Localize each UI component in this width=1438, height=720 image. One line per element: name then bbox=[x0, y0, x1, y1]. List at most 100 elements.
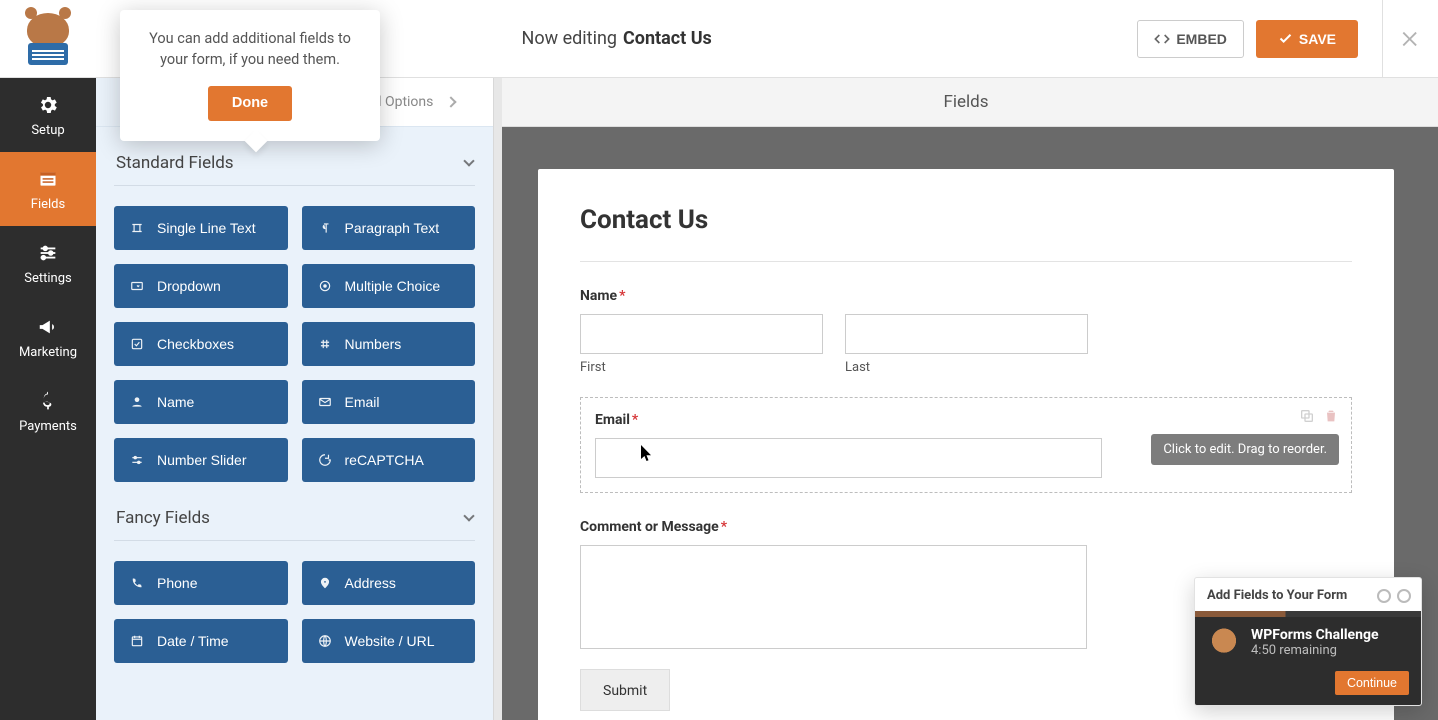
date-time-icon bbox=[129, 633, 145, 649]
field-email[interactable]: Email bbox=[302, 380, 476, 424]
canvas-header: Fields bbox=[494, 78, 1438, 127]
submit-button[interactable]: Submit bbox=[580, 669, 670, 711]
embed-button[interactable]: EMBED bbox=[1137, 20, 1244, 58]
group-fancy-fields[interactable]: Fancy Fields bbox=[114, 482, 475, 540]
field-date-time[interactable]: Date / Time bbox=[114, 619, 288, 663]
now-editing-label: Now editing bbox=[522, 28, 617, 49]
email-input[interactable] bbox=[595, 438, 1102, 478]
address-icon bbox=[317, 575, 333, 591]
sliders-icon bbox=[36, 241, 60, 265]
field-single-line-text[interactable]: Single Line Text bbox=[114, 206, 288, 250]
field-label: Date / Time bbox=[157, 633, 229, 649]
nav-marketing[interactable]: Marketing bbox=[0, 300, 96, 374]
field-multiple-choice[interactable]: Multiple Choice bbox=[302, 264, 476, 308]
close-button[interactable] bbox=[1382, 0, 1438, 78]
field-label: Single Line Text bbox=[157, 220, 256, 236]
checkboxes-icon bbox=[129, 336, 145, 352]
field-recaptcha[interactable]: reCAPTCHA bbox=[302, 438, 476, 482]
required-indicator: * bbox=[632, 412, 638, 428]
field-label: Comment or Message bbox=[580, 519, 719, 535]
done-button[interactable]: Done bbox=[208, 86, 292, 121]
logo[interactable] bbox=[0, 0, 96, 77]
dismiss-icon[interactable] bbox=[1397, 589, 1411, 603]
field-phone[interactable]: Phone bbox=[114, 561, 288, 605]
nav-payments[interactable]: Payments bbox=[0, 374, 96, 448]
fields-panel: Add Fields Field Options Standard Fields… bbox=[96, 78, 494, 720]
field-numbers[interactable]: Numbers bbox=[302, 322, 476, 366]
website-url-icon bbox=[317, 633, 333, 649]
field-label: Numbers bbox=[345, 336, 402, 352]
guide-popover: You can add additional fields to your fo… bbox=[120, 10, 380, 141]
challenge-remaining: 4:50 remaining bbox=[1251, 643, 1379, 658]
form-title: Contact Us bbox=[580, 205, 1352, 261]
field-address[interactable]: Address bbox=[302, 561, 476, 605]
field-label: Checkboxes bbox=[157, 336, 234, 352]
panel-scrollbar[interactable] bbox=[493, 78, 502, 720]
field-label: Dropdown bbox=[157, 278, 221, 294]
group-title: Standard Fields bbox=[116, 153, 234, 173]
last-name-input[interactable] bbox=[845, 314, 1088, 354]
field-label: Name bbox=[157, 394, 194, 410]
chevron-down-icon bbox=[463, 155, 474, 166]
form-icon bbox=[36, 167, 60, 191]
challenge-title: Add Fields to Your Form bbox=[1207, 588, 1347, 603]
gear-icon bbox=[36, 93, 60, 117]
number-slider-icon bbox=[129, 452, 145, 468]
challenge-widget: Add Fields to Your Form WPForms Challeng… bbox=[1194, 577, 1422, 706]
field-label: Email bbox=[595, 412, 630, 428]
nav-label: Fields bbox=[31, 197, 65, 212]
left-nav: Setup Fields Settings Marketing Payments bbox=[0, 78, 96, 720]
group-title: Fancy Fields bbox=[116, 508, 210, 528]
nav-setup[interactable]: Setup bbox=[0, 78, 96, 152]
save-button[interactable]: SAVE bbox=[1256, 20, 1358, 58]
field-website-url[interactable]: Website / URL bbox=[302, 619, 476, 663]
numbers-icon bbox=[317, 336, 333, 352]
first-name-input[interactable] bbox=[580, 314, 823, 354]
code-icon bbox=[1154, 31, 1170, 47]
collapse-icon[interactable] bbox=[1377, 589, 1391, 603]
duplicate-icon[interactable] bbox=[1299, 408, 1315, 428]
required-indicator: * bbox=[721, 519, 727, 535]
delete-icon[interactable] bbox=[1323, 408, 1339, 428]
field-label: Paragraph Text bbox=[345, 220, 440, 236]
nav-fields[interactable]: Fields bbox=[0, 152, 96, 226]
nav-label: Marketing bbox=[19, 345, 77, 360]
nav-label: Payments bbox=[19, 419, 77, 434]
wpforms-logo-icon bbox=[22, 11, 74, 67]
dollar-icon bbox=[36, 389, 60, 413]
sublabel-first: First bbox=[580, 360, 823, 375]
chevron-down-icon bbox=[463, 510, 474, 521]
paragraph-text-icon bbox=[317, 220, 333, 236]
challenge-avatar-icon bbox=[1207, 627, 1241, 661]
field-label: Multiple Choice bbox=[345, 278, 441, 294]
popover-text: You can add additional fields to your fo… bbox=[142, 28, 358, 70]
field-label: reCAPTCHA bbox=[345, 452, 424, 468]
field-paragraph-text[interactable]: Paragraph Text bbox=[302, 206, 476, 250]
comment-input[interactable] bbox=[580, 545, 1087, 649]
field-email[interactable]: Click to edit. Drag to reorder. Email* bbox=[580, 397, 1352, 493]
form-name: Contact Us bbox=[623, 28, 712, 49]
chevron-right-icon bbox=[446, 96, 457, 107]
field-name[interactable]: Name bbox=[114, 380, 288, 424]
sublabel-last: Last bbox=[845, 360, 1088, 375]
field-dropdown[interactable]: Dropdown bbox=[114, 264, 288, 308]
field-label: Number Slider bbox=[157, 452, 246, 468]
phone-icon bbox=[129, 575, 145, 591]
field-label: Address bbox=[345, 575, 396, 591]
field-name[interactable]: Name* First Last bbox=[580, 262, 1352, 375]
nav-settings[interactable]: Settings bbox=[0, 226, 96, 300]
field-checkboxes[interactable]: Checkboxes bbox=[114, 322, 288, 366]
required-indicator: * bbox=[619, 288, 625, 304]
multiple-choice-icon bbox=[317, 278, 333, 294]
dropdown-icon bbox=[129, 278, 145, 294]
bullhorn-icon bbox=[36, 315, 60, 339]
check-icon bbox=[1278, 31, 1293, 46]
name-icon bbox=[129, 394, 145, 410]
single-line-text-icon bbox=[129, 220, 145, 236]
continue-button[interactable]: Continue bbox=[1335, 671, 1409, 695]
close-icon bbox=[1400, 28, 1422, 50]
field-number-slider[interactable]: Number Slider bbox=[114, 438, 288, 482]
embed-label: EMBED bbox=[1176, 31, 1227, 47]
challenge-name: WPForms Challenge bbox=[1251, 627, 1379, 643]
save-label: SAVE bbox=[1299, 31, 1336, 47]
